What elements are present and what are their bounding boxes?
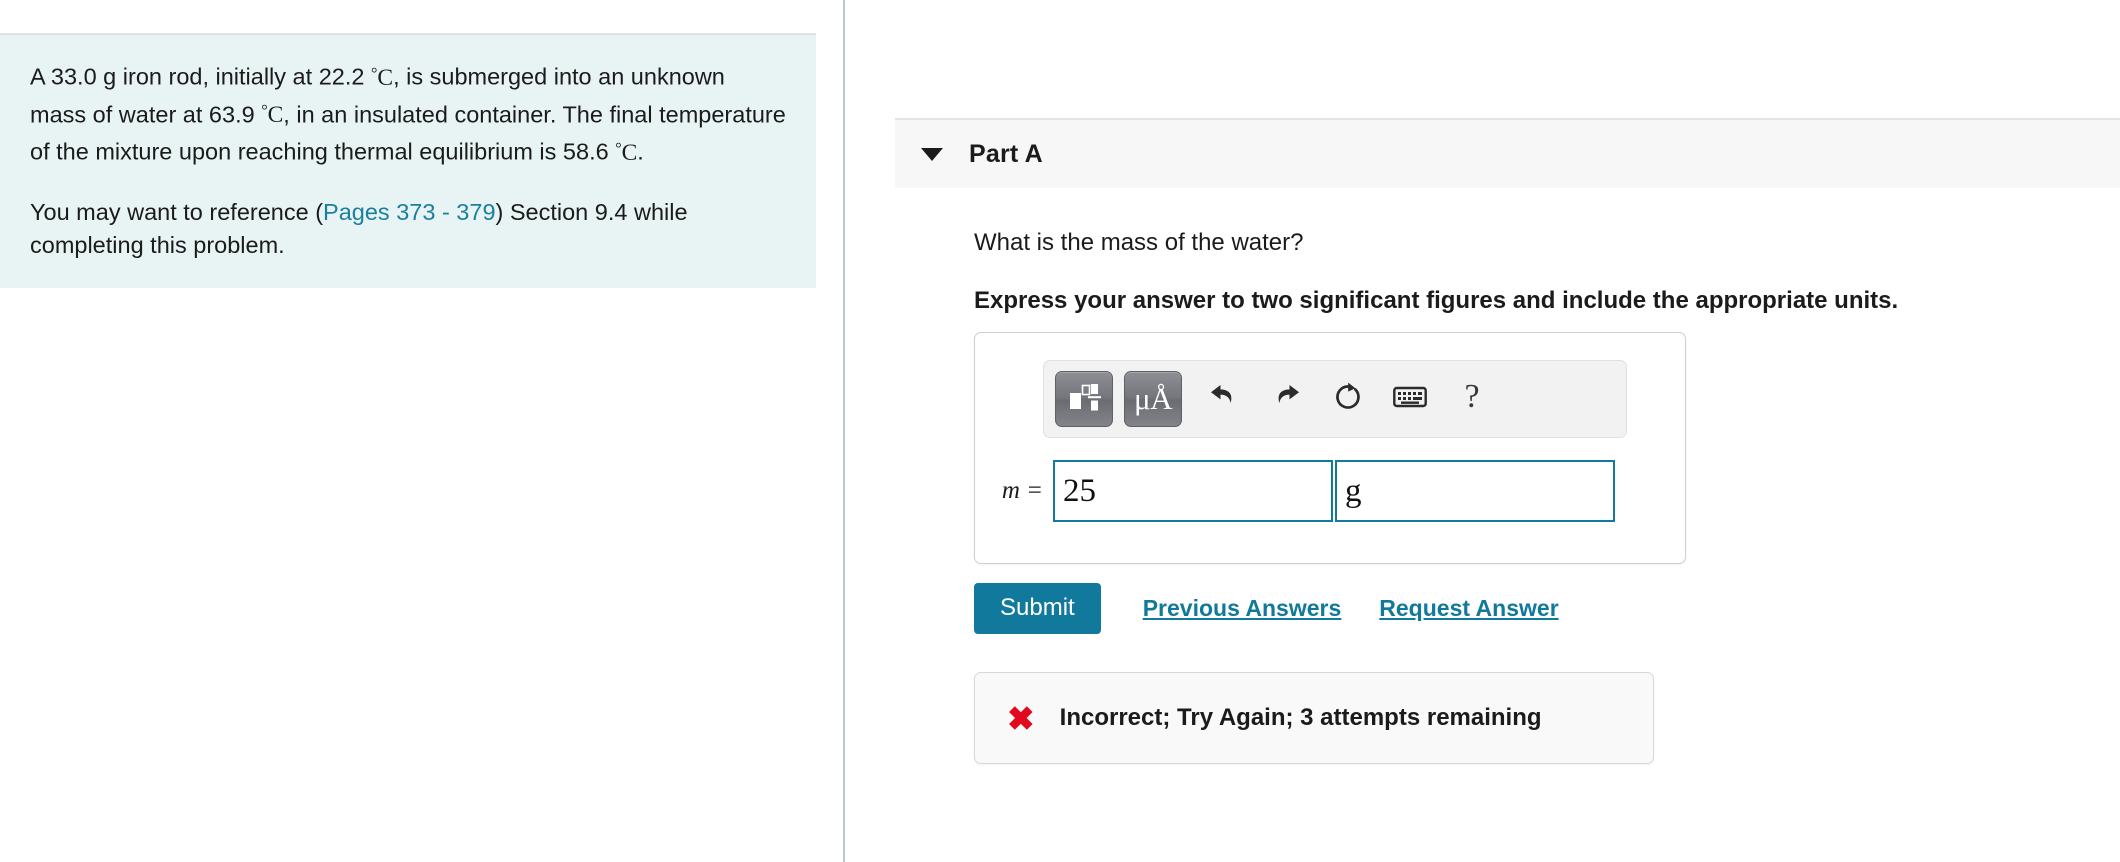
units-button[interactable]: μÅ <box>1124 371 1182 427</box>
redo-icon <box>1270 381 1302 418</box>
help-button[interactable]: ? <box>1441 369 1503 429</box>
math-template-icon <box>1067 380 1101 419</box>
part-a-label: Part A <box>969 139 1043 168</box>
degree-celsius-2: °C <box>261 102 283 128</box>
question-body: What is the mass of the water? Express y… <box>974 228 2074 316</box>
problem-reference-text: You may want to reference (Pages 373 - 3… <box>30 196 786 262</box>
celsius-unit: C <box>377 64 394 91</box>
column-divider <box>843 0 845 862</box>
answer-input-row: m = 25 g <box>995 460 1615 522</box>
feedback-message-box: ✖ Incorrect; Try Again; 3 attempts remai… <box>974 672 1654 764</box>
part-a-header[interactable]: Part A <box>895 118 2120 188</box>
submit-button[interactable]: Submit <box>974 583 1101 634</box>
keyboard-button[interactable] <box>1379 371 1441 427</box>
problem-statement-text: A 33.0 g iron rod, initially at 22.2 °C,… <box>30 57 786 170</box>
reset-icon <box>1332 381 1364 418</box>
red-x-icon: ✖ <box>1007 699 1035 737</box>
previous-answers-link[interactable]: Previous Answers <box>1143 595 1342 622</box>
problem-statement-panel: A 33.0 g iron rod, initially at 22.2 °C,… <box>0 33 816 289</box>
problem-text-segment-1: A 33.0 g iron rod, initially at 22.2 <box>30 63 371 90</box>
math-template-button[interactable] <box>1055 371 1113 427</box>
question-instruction: Express your answer to two significant f… <box>974 287 1899 314</box>
submit-row: Submit Previous Answers Request Answer <box>974 583 1559 634</box>
reference-prefix: You may want to reference ( <box>30 199 324 226</box>
answer-toolbar: μÅ ? <box>1043 360 1627 438</box>
reset-button[interactable] <box>1317 371 1379 427</box>
question-column: Part A What is the mass of the water? Ex… <box>895 0 2120 862</box>
redo-button[interactable] <box>1255 371 1317 427</box>
problem-text-segment-4: . <box>637 139 644 166</box>
answer-units-input[interactable]: g <box>1335 460 1615 522</box>
answer-entry-box: μÅ ? m = 25 g <box>974 332 1686 564</box>
keyboard-icon <box>1393 384 1427 415</box>
micro-angstrom-icon: μÅ <box>1133 380 1173 416</box>
variable-label: m = <box>1001 477 1043 504</box>
feedback-message: Incorrect; Try Again; 3 attempts remaini… <box>1059 704 1542 731</box>
undo-button[interactable] <box>1193 371 1255 427</box>
chevron-down-icon[interactable] <box>921 147 943 161</box>
celsius-unit: C <box>621 140 638 167</box>
degree-celsius-3: °C <box>615 140 637 166</box>
question-mark-icon: ? <box>1464 378 1480 415</box>
answer-value-input[interactable]: 25 <box>1053 460 1333 522</box>
degree-celsius-1: °C <box>371 65 393 91</box>
question-prompt: What is the mass of the water? <box>974 229 1304 256</box>
pages-reference-link[interactable]: Pages 373 - 379 <box>323 199 495 225</box>
undo-icon <box>1208 381 1240 418</box>
celsius-unit: C <box>267 102 284 129</box>
request-answer-link[interactable]: Request Answer <box>1379 595 1558 622</box>
